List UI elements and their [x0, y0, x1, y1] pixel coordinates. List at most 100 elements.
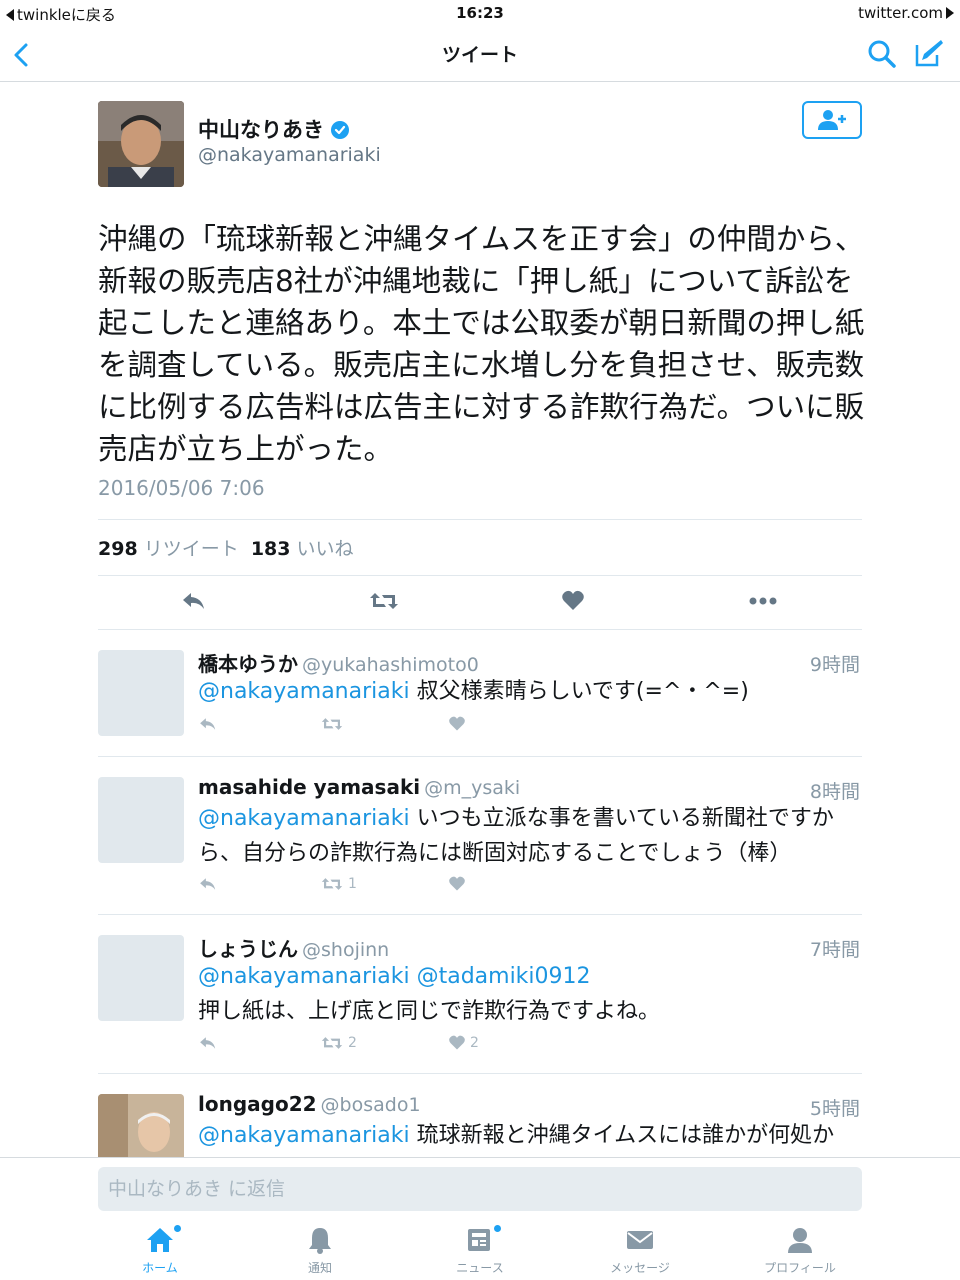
divider — [98, 1073, 862, 1074]
more-options-button[interactable] — [743, 586, 783, 616]
site-label: twitter.com — [858, 4, 943, 22]
author-name-text: 中山なりあき — [198, 118, 324, 142]
reply-icon — [200, 1037, 216, 1049]
reply-text-body: 押し紙は、上げ底と同じで詐欺行為ですよね。 — [198, 999, 661, 1024]
reply-author-handle: @yukahashimoto0 — [302, 654, 479, 676]
author-avatar[interactable] — [98, 101, 184, 187]
status-bar: twinkleに戻る 16:23 twitter.com — [0, 0, 960, 26]
reply-avatar[interactable] — [98, 777, 184, 863]
clock: 16:23 — [456, 4, 504, 22]
tab-messages[interactable]: メッセージ — [590, 1225, 690, 1277]
reply-author[interactable]: longago22 @bosado1 — [198, 1092, 421, 1116]
follow-button[interactable] — [802, 101, 862, 139]
mention-link[interactable]: @nakayamanariaki @tadamiki0912 — [198, 964, 591, 989]
reply-text: @nakayamanariaki @tadamiki0912 押し紙は、上げ底と同… — [198, 959, 864, 1029]
reply-time: 8時間 — [809, 781, 860, 803]
reply-icon — [200, 718, 216, 730]
author-handle[interactable]: @nakayamanariaki — [198, 144, 381, 166]
forward-triangle-icon — [946, 7, 954, 19]
site-link[interactable]: twitter.com — [858, 4, 954, 22]
tab-news[interactable]: ニュース — [430, 1225, 530, 1277]
heart-icon — [449, 1035, 465, 1050]
reply-icon — [183, 593, 204, 609]
tab-bar: ホーム 通知 ニュース メッセージ プロフィール — [0, 1221, 960, 1280]
reply-reply-button[interactable] — [198, 876, 218, 892]
user-photo-icon — [98, 1094, 184, 1157]
compose-tweet-button[interactable] — [908, 34, 948, 74]
tab-label: メッセージ — [610, 1261, 670, 1275]
reply-author-name: しょうじん — [198, 937, 298, 961]
like-count: 2 — [470, 1035, 479, 1051]
compose-icon — [915, 40, 943, 67]
tab-notifications[interactable]: 通知 — [270, 1225, 370, 1277]
reply-time: 7時間 — [809, 939, 860, 961]
tweet-timestamp: 2016/05/06 7:06 — [98, 476, 265, 500]
heart-icon — [449, 716, 465, 731]
reply-author-handle: @bosado1 — [320, 1094, 421, 1116]
reply-avatar[interactable] — [98, 935, 184, 1021]
reply-author-name: 橋本ゆうか — [198, 652, 298, 676]
retweet-button[interactable] — [364, 586, 404, 616]
divider — [98, 575, 862, 576]
page-title: ツイート — [441, 44, 518, 66]
reply-text: @nakayamanariaki 琉球新報と沖縄タイムスには誰かが何処か — [198, 1118, 864, 1157]
reply-retweet-button[interactable] — [320, 716, 344, 732]
reply-avatar[interactable] — [98, 650, 184, 736]
new-activity-dot — [494, 1225, 501, 1232]
reply-button[interactable] — [174, 586, 214, 616]
divider — [98, 629, 862, 630]
bell-icon — [309, 1228, 331, 1254]
reply-author-name: masahide yamasaki — [198, 775, 421, 799]
reply-retweet-button[interactable]: 1 — [320, 876, 357, 892]
heart-icon — [562, 590, 584, 610]
reply-text: @nakayamanariaki 叔父様素晴らしいです(=^・^=) — [198, 674, 864, 709]
like-label[interactable]: いいね — [297, 538, 354, 560]
tab-home[interactable]: ホーム — [110, 1225, 210, 1277]
mention-link[interactable]: @nakayamanariaki — [198, 806, 410, 831]
retweet-label[interactable]: リツイート — [144, 538, 239, 560]
reply-like-button[interactable] — [448, 876, 466, 892]
reply-like-button[interactable]: 2 — [448, 1035, 479, 1051]
reply-time: 5時間 — [809, 1098, 860, 1120]
reply-composer — [0, 1157, 960, 1221]
reply-author-name: longago22 — [198, 1092, 317, 1116]
person-icon — [788, 1228, 812, 1253]
tab-profile[interactable]: プロフィール — [750, 1225, 850, 1277]
divider — [98, 519, 862, 520]
retweet-count: 2 — [348, 1035, 357, 1051]
reply-author[interactable]: masahide yamasaki @m_ysaki — [198, 775, 520, 799]
reply-author-handle: @shojinn — [302, 939, 390, 961]
reply-reply-button[interactable] — [198, 716, 218, 732]
like-count[interactable]: 183 — [251, 538, 291, 560]
retweet-icon — [321, 718, 343, 730]
tab-label: プロフィール — [764, 1261, 836, 1275]
reply-like-button[interactable] — [448, 716, 466, 732]
reply-time: 9時間 — [809, 654, 860, 676]
reply-retweet-button[interactable]: 2 — [320, 1035, 357, 1051]
heart-icon — [449, 876, 465, 891]
tweet-body: 沖縄の「琉球新報と沖縄タイムスを正す会」の仲間から、新報の販売店8社が沖縄地裁に… — [98, 222, 865, 466]
retweet-count[interactable]: 298 — [98, 538, 138, 560]
reply-reply-button[interactable] — [198, 1035, 218, 1051]
retweet-icon — [370, 593, 398, 609]
reply-avatar[interactable] — [98, 1094, 184, 1157]
author-name[interactable]: 中山なりあき — [198, 114, 350, 144]
tab-label: ホーム — [142, 1261, 178, 1275]
reply-author[interactable]: 橋本ゆうか @yukahashimoto0 — [198, 648, 479, 677]
tweet-stats: 298 リツイート 183 いいね — [98, 534, 354, 561]
verified-badge-icon — [331, 121, 349, 139]
add-user-icon — [818, 110, 846, 130]
like-button[interactable] — [553, 586, 593, 616]
reply-icon — [200, 878, 216, 890]
mention-link[interactable]: @nakayamanariaki — [198, 679, 410, 704]
divider — [98, 914, 862, 915]
search-button[interactable] — [862, 34, 902, 74]
retweet-count: 1 — [348, 876, 357, 892]
mention-link[interactable]: @nakayamanariaki — [198, 1123, 410, 1148]
home-icon — [147, 1228, 173, 1252]
search-icon — [868, 40, 896, 68]
reply-input[interactable] — [98, 1167, 862, 1211]
author-photo-icon — [98, 101, 184, 187]
reply-author[interactable]: しょうじん @shojinn — [198, 933, 389, 962]
retweet-icon — [321, 878, 343, 890]
